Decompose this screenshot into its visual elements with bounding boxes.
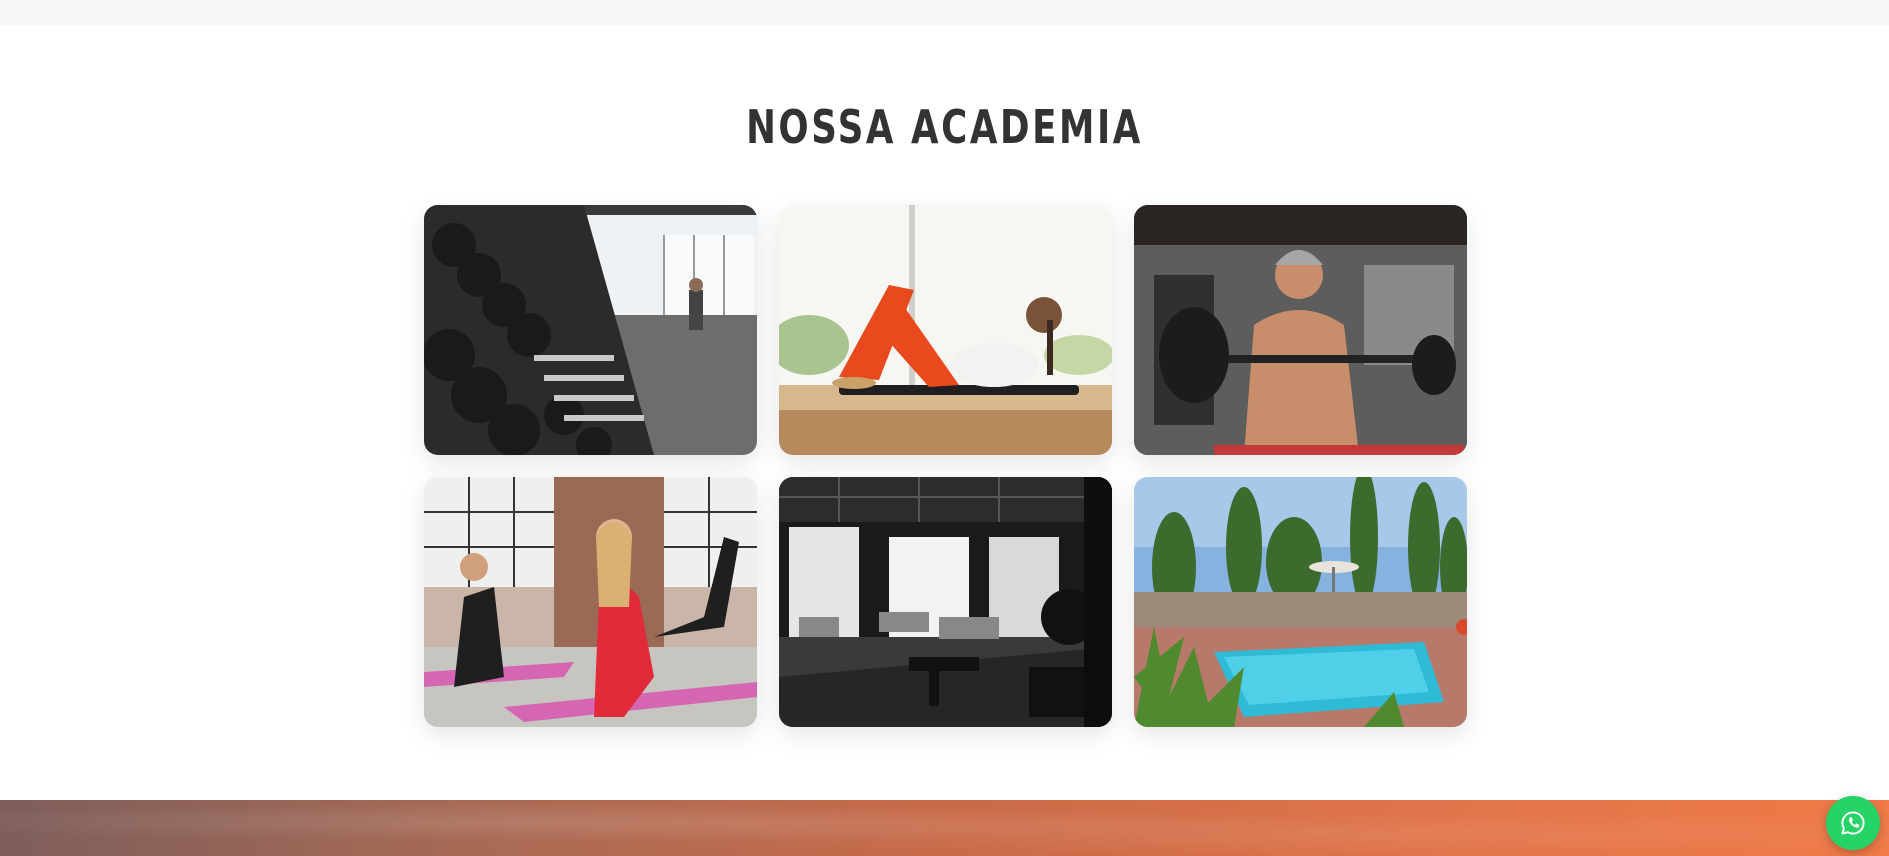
gallery-photo-pool[interactable]	[1134, 477, 1467, 727]
gallery-photo-group-class[interactable]	[424, 477, 757, 727]
section-title: NOSSA ACADEMIA	[746, 100, 1143, 154]
gallery-grid	[424, 205, 1467, 727]
gallery-photo-dumbbells[interactable]	[424, 205, 757, 455]
whatsapp-button[interactable]	[1826, 796, 1880, 850]
gallery-photo-barbell-curl[interactable]	[1134, 205, 1467, 455]
top-section-strip	[0, 0, 1889, 25]
bottom-banner	[0, 800, 1889, 856]
whatsapp-icon	[1841, 811, 1865, 835]
gallery-photo-gym-interior[interactable]	[779, 477, 1112, 727]
gallery-photo-crunches[interactable]	[779, 205, 1112, 455]
